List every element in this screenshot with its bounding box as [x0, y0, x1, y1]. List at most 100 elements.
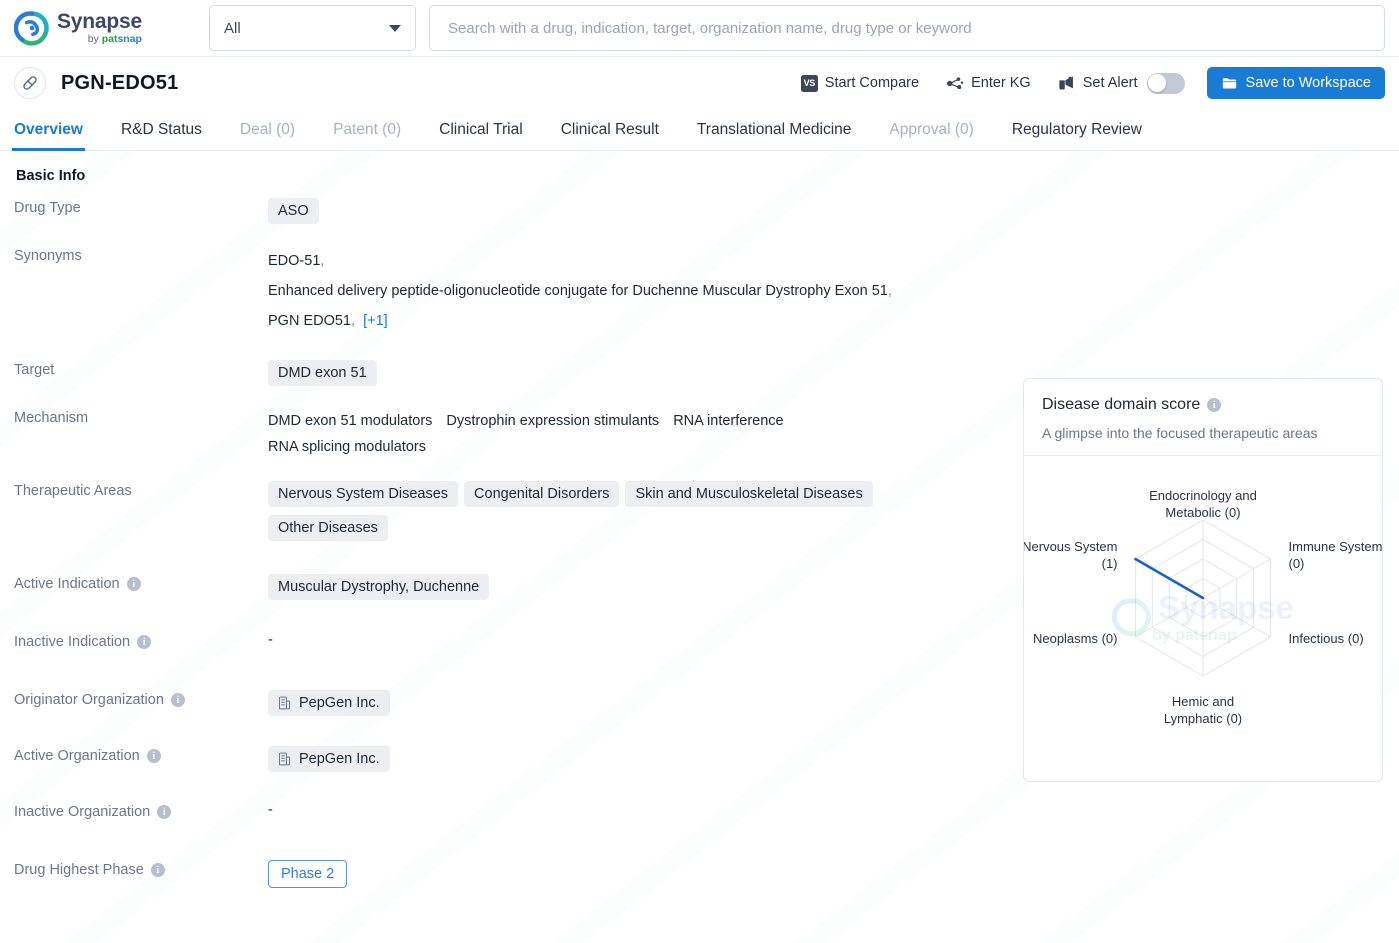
info-icon[interactable]: i: [170, 693, 185, 707]
logo-by: by: [87, 33, 99, 46]
tab-clinical-trial[interactable]: Clinical Trial: [439, 121, 523, 150]
knowledge-graph-icon: [945, 74, 964, 93]
search-scope-value: All: [224, 19, 241, 37]
enter-kg-label: Enter KG: [971, 75, 1031, 91]
disease-domain-radar-chart: Synapse by patsnap Endocrinology and Meta…: [1024, 456, 1382, 766]
label-therapeutic-areas: Therapeutic Areas: [14, 483, 132, 499]
synonym-item: PGN EDO51, [+1]: [268, 313, 388, 329]
label-originator-organization: Originator Organization i: [14, 690, 268, 708]
info-icon[interactable]: i: [150, 863, 165, 877]
chip-therapeutic-area[interactable]: Congenital Disorders: [464, 481, 620, 507]
tab-rd-status[interactable]: R&D Status: [121, 121, 202, 150]
chip-originator-organization[interactable]: PepGen Inc.: [268, 690, 390, 716]
alert-bell-icon: [1057, 74, 1076, 92]
mechanism-item: DMD exon 51 modulators: [268, 413, 433, 429]
chip-therapeutic-area[interactable]: Nervous System Diseases: [268, 481, 459, 507]
set-alert-toggle[interactable]: [1146, 72, 1185, 94]
tab-translational-medicine[interactable]: Translational Medicine: [697, 121, 852, 150]
svg-text:Endocrinology andMetabolic (0): Endocrinology and Metabolic (0): [1149, 488, 1257, 520]
save-to-workspace-label: Save to Workspace: [1245, 75, 1371, 91]
synonym-item: Enhanced delivery peptide-oligonucleotid…: [268, 283, 892, 299]
organization-icon: [278, 696, 291, 710]
info-icon[interactable]: i: [1207, 398, 1222, 412]
tab-overview[interactable]: Overview: [12, 121, 85, 151]
set-alert-control[interactable]: Set Alert: [1057, 72, 1185, 94]
chip-active-organization[interactable]: PepGen Inc.: [268, 746, 390, 772]
top-bar: Synapse by patsnap All: [0, 0, 1399, 57]
value-synonyms: EDO-51, Enhanced delivery peptide-oligon…: [268, 246, 1385, 336]
label-synonyms: Synonyms: [14, 248, 82, 264]
drug-highest-phase-badge[interactable]: Phase 2: [268, 860, 348, 888]
disease-domain-score-header: Disease domain score i A glimpse into th…: [1024, 379, 1382, 456]
chip-therapeutic-area[interactable]: Other Diseases: [268, 515, 388, 541]
mechanism-item: RNA splicing modulators: [268, 439, 426, 455]
set-alert-label: Set Alert: [1082, 75, 1138, 91]
svg-text:Neoplasms (0): Neoplasms (0): [1033, 631, 1118, 646]
info-icon[interactable]: i: [137, 635, 152, 649]
chip-active-indication[interactable]: Muscular Dystrophy, Duchenne: [268, 574, 490, 600]
page-title: PGN-EDO51: [61, 71, 179, 94]
label-mechanism: Mechanism: [14, 410, 89, 426]
search-box[interactable]: [429, 5, 1385, 51]
drug-header: PGN-EDO51 VS Start Compare Enter KG Set …: [0, 57, 1399, 109]
svg-text:Infectious (0): Infectious (0): [1289, 631, 1364, 646]
info-icon[interactable]: i: [146, 749, 161, 763]
chip-therapeutic-area[interactable]: Skin and Musculoskeletal Diseases: [625, 481, 873, 507]
logo-wordmark: Synapse: [57, 10, 142, 34]
synapse-logo[interactable]: Synapse by patsnap: [14, 10, 179, 46]
disease-domain-score-title: Disease domain score i: [1042, 396, 1364, 414]
tab-bar: Overview R&D Status Deal (0) Patent (0) …: [0, 109, 1399, 151]
row-inactive-organization: Inactive Organization i -: [14, 802, 1385, 838]
start-compare-label: Start Compare: [824, 75, 920, 91]
disease-domain-score-subtitle: A glimpse into the focused therapeutic a…: [1042, 425, 1318, 441]
enter-kg-button[interactable]: Enter KG: [945, 74, 1031, 93]
search-scope-select[interactable]: All: [209, 5, 416, 51]
value-therapeutic-areas: Nervous System Diseases Congenital Disord…: [268, 481, 928, 549]
header-actions: VS Start Compare Enter KG Set Alert Save…: [775, 67, 1385, 99]
capsule-icon: [14, 67, 46, 99]
label-drug-type: Drug Type: [14, 200, 81, 216]
folder-icon: [1221, 75, 1238, 91]
value-inactive-organization: -: [268, 802, 273, 818]
toggle-knob: [1148, 74, 1167, 92]
label-target: Target: [14, 362, 55, 378]
start-compare-button[interactable]: VS Start Compare: [800, 74, 920, 92]
mechanism-item: Dystrophin expression stimulants: [446, 413, 660, 429]
value-drug-highest-phase: Phase 2: [268, 860, 1385, 888]
label-inactive-organization: Inactive Organization i: [14, 802, 268, 820]
section-title-basic-info: Basic Info: [16, 168, 86, 184]
tab-approval[interactable]: Approval (0): [889, 121, 973, 150]
disease-domain-score-card: Disease domain score i A glimpse into th…: [1023, 378, 1383, 782]
row-drug-type: Drug Type ASO: [14, 198, 1385, 234]
label-active-organization: Active Organization i: [14, 746, 268, 764]
synonym-item: EDO-51,: [268, 253, 325, 269]
tab-regulatory-review[interactable]: Regulatory Review: [1012, 121, 1142, 150]
logo-pat: pat: [101, 33, 118, 46]
overview-content: Basic Info Drug Type ASO Synonyms EDO-51…: [0, 151, 1399, 943]
save-to-workspace-button[interactable]: Save to Workspace: [1206, 67, 1385, 99]
label-drug-highest-phase: Drug Highest Phase i: [14, 860, 268, 878]
tab-patent[interactable]: Patent (0): [333, 121, 401, 150]
row-synonyms: Synonyms EDO-51, Enhanced delivery pepti…: [14, 246, 1385, 336]
label-inactive-indication: Inactive Indication i: [14, 632, 268, 650]
value-drug-type: ASO: [268, 198, 1385, 232]
search-input[interactable]: [446, 18, 1368, 38]
organization-icon: [278, 752, 291, 766]
svg-text:Nervous System(1): Nervous System (1): [1024, 539, 1118, 571]
synapse-logo-icon: [14, 11, 49, 46]
synonyms-more-link[interactable]: [+1]: [363, 313, 388, 329]
chip-target[interactable]: DMD exon 51: [268, 360, 377, 386]
row-drug-highest-phase: Drug Highest Phase i Phase 2: [14, 860, 1385, 896]
chip-drug-type[interactable]: ASO: [268, 198, 319, 224]
label-active-indication: Active Indication i: [14, 574, 268, 592]
tab-deal[interactable]: Deal (0): [240, 121, 295, 150]
logo-snap: snap: [117, 33, 142, 46]
info-icon[interactable]: i: [157, 805, 172, 819]
chevron-down-icon: [389, 24, 401, 32]
radar-svg: Endocrinology and Metabolic (0) Immune Sys…: [1024, 488, 1383, 726]
mechanism-item: RNA interference: [673, 413, 784, 429]
svg-text:Immune System(0): Immune System (0): [1289, 539, 1383, 571]
tab-clinical-result[interactable]: Clinical Result: [561, 121, 659, 150]
svg-text:Hemic andLymphatic (0): Hemic and Lymphatic (0): [1164, 694, 1242, 726]
info-icon[interactable]: i: [126, 577, 141, 591]
